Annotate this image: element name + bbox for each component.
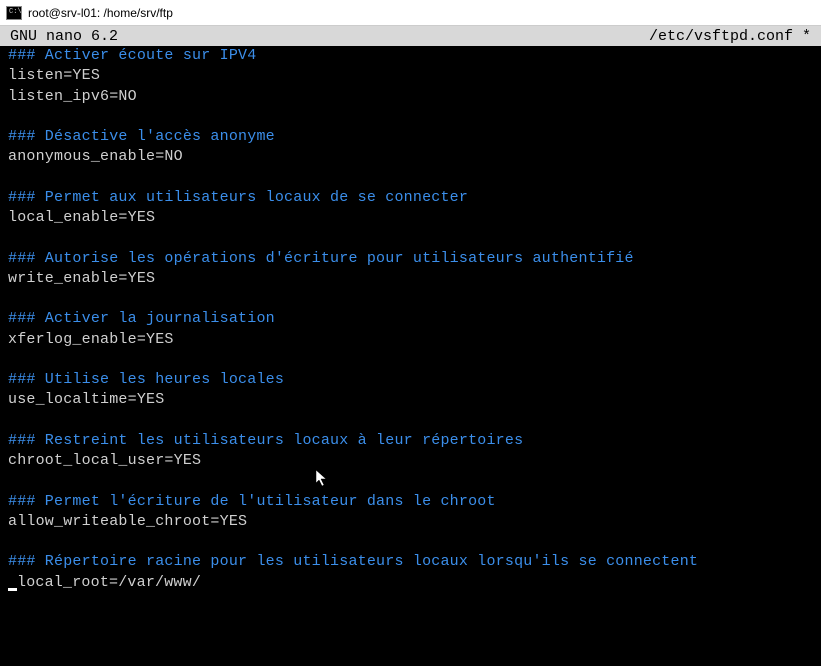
text-cursor [8, 588, 17, 591]
editor-line[interactable] [8, 411, 813, 431]
editor-line[interactable]: use_localtime=YES [8, 390, 813, 410]
nano-app-label: GNU nano 6.2 [10, 28, 118, 45]
editor-line[interactable]: listen_ipv6=NO [8, 87, 813, 107]
editor-line[interactable]: allow_writeable_chroot=YES [8, 512, 813, 532]
editor-body[interactable]: ### Activer écoute sur IPV4listen=YESlis… [0, 46, 821, 666]
window-title: root@srv-l01: /home/srv/ftp [28, 6, 173, 20]
editor-line[interactable]: chroot_local_user=YES [8, 451, 813, 471]
editor-line-text: local_root=/var/www/ [17, 574, 201, 591]
nano-header: GNU nano 6.2 /etc/vsftpd.conf * [0, 26, 821, 46]
editor-line[interactable]: write_enable=YES [8, 269, 813, 289]
window-titlebar[interactable]: C:\ root@srv-l01: /home/srv/ftp [0, 0, 821, 26]
editor-line[interactable]: listen=YES [8, 66, 813, 86]
editor-line[interactable] [8, 471, 813, 491]
editor-line[interactable] [8, 228, 813, 248]
terminal-icon: C:\ [6, 6, 22, 20]
editor-line[interactable]: ### Restreint les utilisateurs locaux à … [8, 431, 813, 451]
editor-line[interactable]: local_enable=YES [8, 208, 813, 228]
editor-line[interactable] [8, 532, 813, 552]
editor-line[interactable]: ### Activer la journalisation [8, 309, 813, 329]
editor-line[interactable]: ### Répertoire racine pour les utilisate… [8, 552, 813, 572]
editor-line[interactable]: ### Désactive l'accès anonyme [8, 127, 813, 147]
editor-line[interactable]: anonymous_enable=NO [8, 147, 813, 167]
nano-file-label: /etc/vsftpd.conf * [649, 28, 811, 45]
editor-line[interactable] [8, 107, 813, 127]
editor-line[interactable]: local_root=/var/www/ [8, 573, 813, 593]
editor-lines[interactable]: ### Activer écoute sur IPV4listen=YESlis… [8, 46, 813, 593]
editor-line[interactable]: ### Utilise les heures locales [8, 370, 813, 390]
editor-line[interactable]: ### Permet l'écriture de l'utilisateur d… [8, 492, 813, 512]
editor-line[interactable]: ### Autorise les opérations d'écriture p… [8, 249, 813, 269]
editor-line[interactable]: xferlog_enable=YES [8, 330, 813, 350]
editor-line[interactable] [8, 289, 813, 309]
editor-line[interactable] [8, 168, 813, 188]
terminal-icon-glyph: C:\ [9, 9, 22, 16]
editor-line[interactable]: ### Permet aux utilisateurs locaux de se… [8, 188, 813, 208]
editor-line[interactable]: ### Activer écoute sur IPV4 [8, 46, 813, 66]
editor-line[interactable] [8, 350, 813, 370]
